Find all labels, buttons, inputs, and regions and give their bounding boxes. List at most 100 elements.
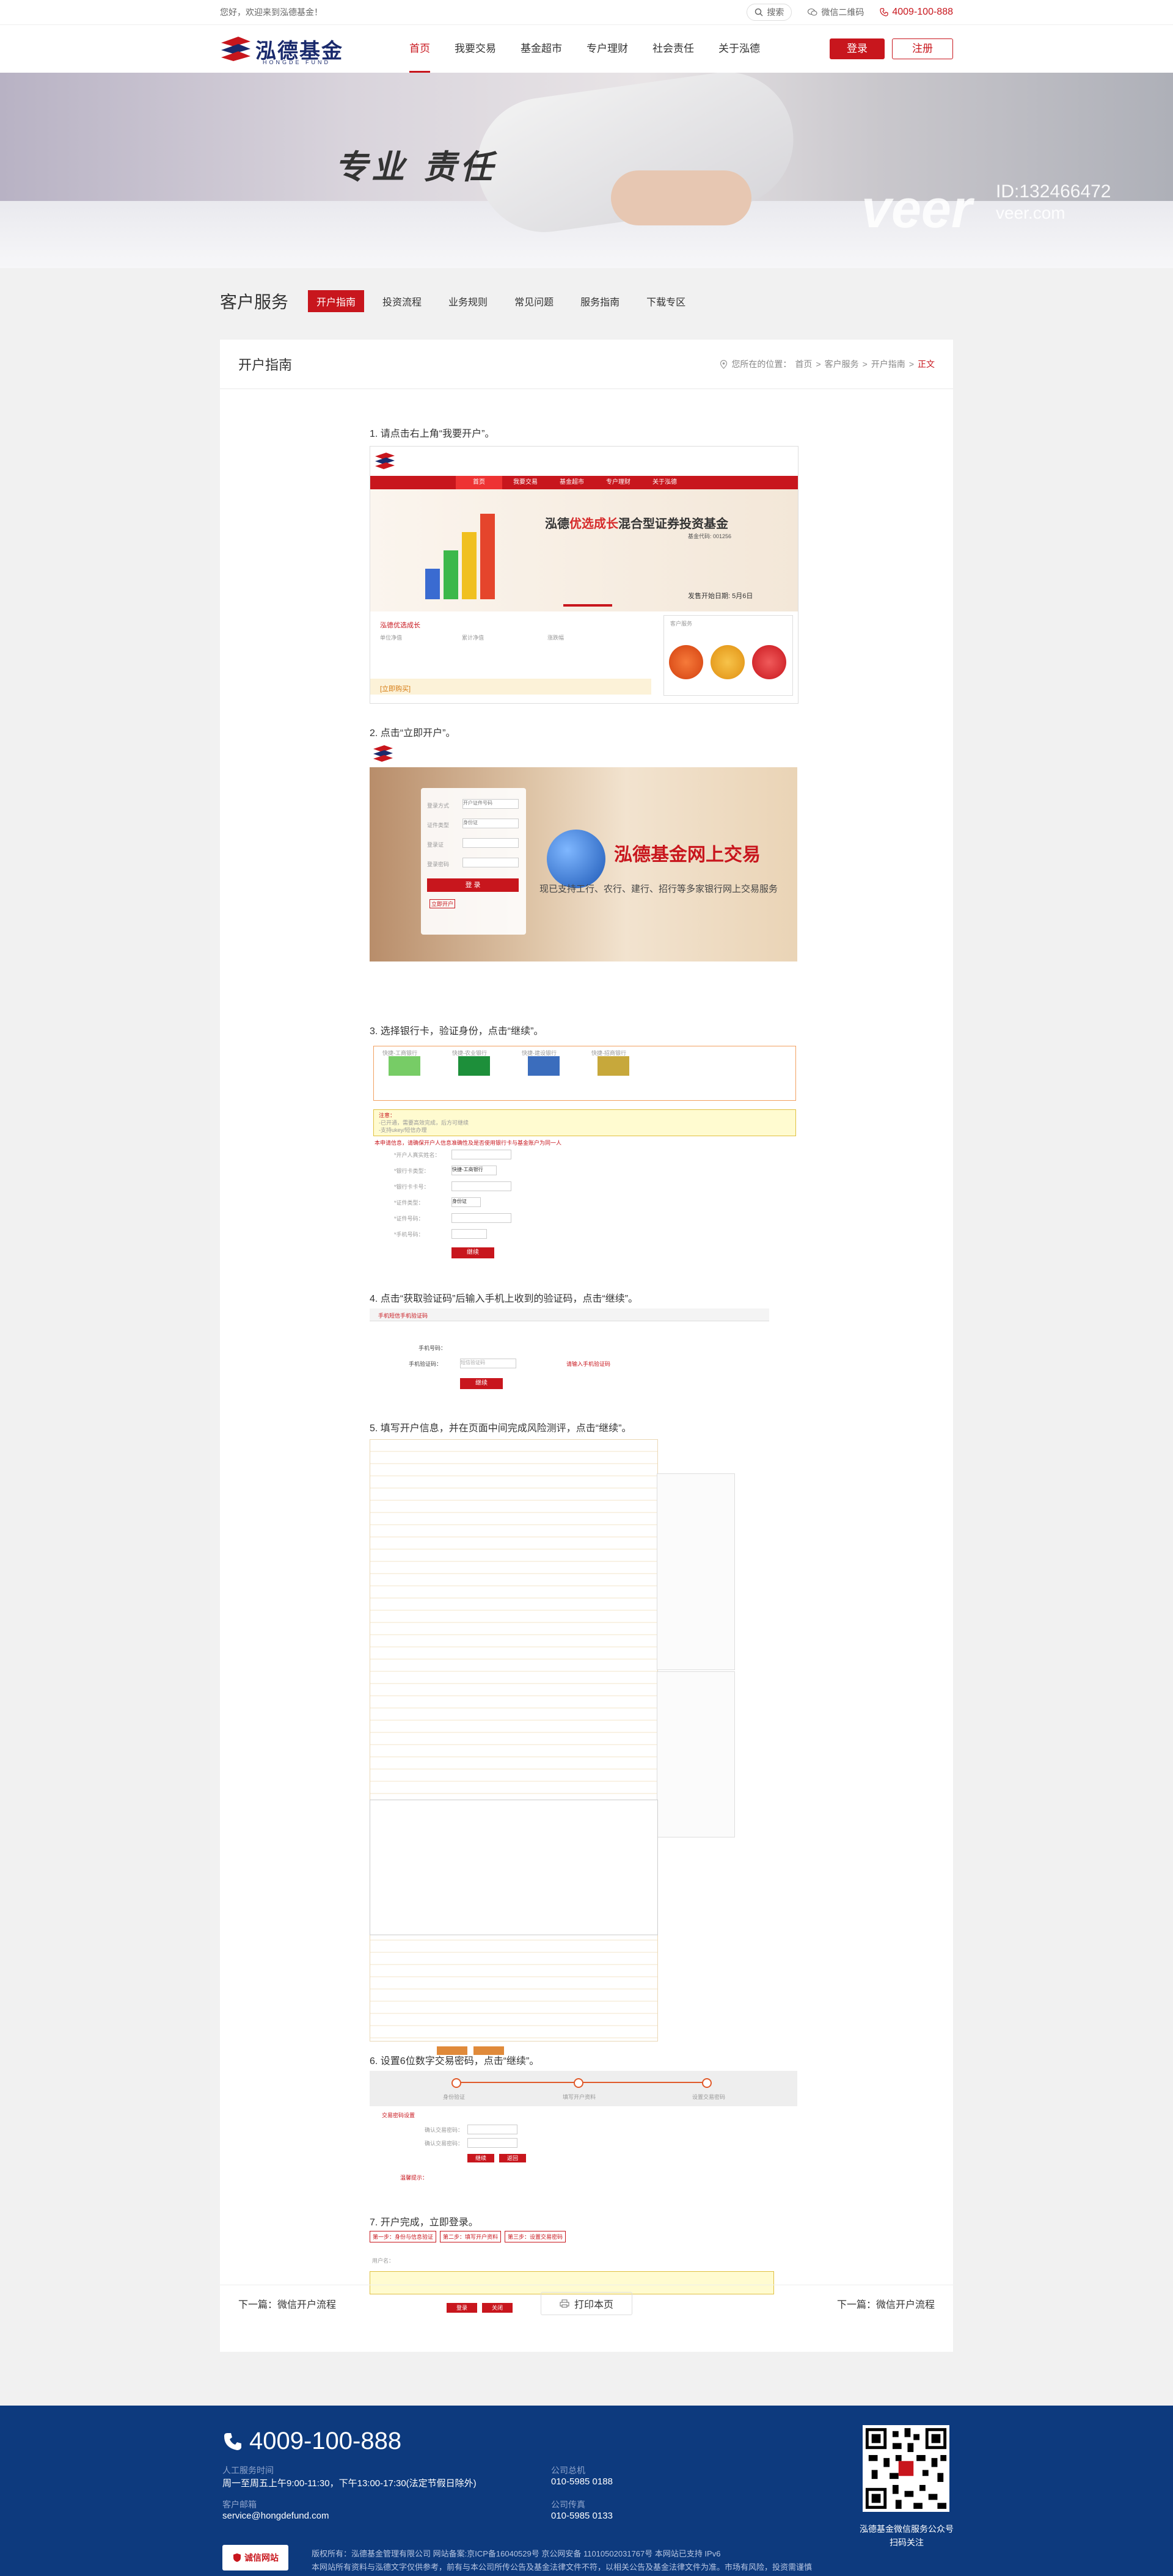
mini-circle [752, 645, 786, 679]
step-2-title: 2. 点击“立即开户”。 [370, 728, 456, 739]
step-3-title: 3. 选择银行卡，验证身份，点击“继续”。 [370, 1026, 544, 1037]
mini-long-form [370, 1439, 658, 2041]
footer-email[interactable]: service@hongdefund.com [222, 2511, 329, 2521]
nav-fund-market[interactable]: 基金超市 [521, 25, 562, 73]
mini-buy-strip [370, 679, 651, 695]
tab-downloads[interactable]: 下载专区 [638, 290, 694, 312]
wechat-qr-link[interactable]: 微信二维码 [808, 6, 864, 18]
footer-fax: 010-5985 0188 [551, 2476, 613, 2487]
search-icon [755, 8, 763, 16]
site-footer: 4009-100-888 人工服务时间 周一至周五上午9:00-11:30，下午… [0, 2406, 1173, 2576]
mini-slider-dots [563, 604, 612, 607]
wechat-qr-code [863, 2425, 949, 2512]
card-title: 开户指南 [238, 357, 293, 373]
breadcrumb-guide[interactable]: 开户指南 [871, 358, 905, 370]
footer-email-label: 客户邮箱 [222, 2500, 257, 2509]
register-button[interactable]: 注册 [892, 38, 953, 59]
hongde-logo[interactable]: 泓德基金 HONGDE FUND [220, 34, 397, 65]
hotline-top-number: 4009-100-888 [892, 7, 953, 17]
phone-icon [880, 8, 888, 16]
mini-risk-test [370, 1800, 658, 1935]
tab-faq[interactable]: 常见问题 [506, 290, 562, 312]
prev-article-link[interactable]: 下一篇：微信开户流程 [238, 2296, 541, 2311]
tab-business-rules[interactable]: 业务规则 [440, 290, 496, 312]
mini-section-title: 手机短信手机验证码 [378, 1313, 428, 1319]
step-1-screenshot: 首页 我要交易 基金超市 专户理财 关于泓德 泓德优选成长混合型证券投资基金 基… [370, 446, 798, 704]
mini-login-button: 登 录 [427, 878, 519, 892]
mini-ad-date: 发售开始日期: 5月6日 [688, 593, 753, 600]
print-button[interactable]: 打印本页 [541, 2292, 633, 2315]
footer-hours: 周一至周五上午9:00-11:30，下午13:00-17:30(法定节假日除外) [222, 2478, 477, 2489]
footer-hotline-number: 4009-100-888 [249, 2428, 402, 2454]
mini-nav-item: 基金超市 [560, 479, 584, 486]
breadcrumb: 您所在的位置： 首页 > 客户服务 > 开户指南 > 正文 [720, 358, 935, 370]
step-3-screenshot: 快捷-工商银行 快捷-农业银行 快捷-建设银行 快捷-招商银行 注意： -已开通… [370, 1046, 797, 1278]
step-5-title: 5. 填写开户信息，并在页面中间完成风险测评，点击“继续”。 [370, 1423, 632, 1434]
phone-icon [224, 2432, 241, 2450]
mini-login-box: 登录方式 开户证件号码 证件类型 身份证 登录证 登录密码 登 录 立即开户 [421, 788, 526, 935]
nav-home[interactable]: 首页 [409, 25, 430, 73]
mini-nav-item: 首页 [456, 476, 502, 489]
mini-globe [547, 830, 605, 888]
tab-service-guide[interactable]: 服务指南 [572, 290, 628, 312]
qr-caption-scan: 扫码关注 [890, 2538, 924, 2547]
breadcrumb-service[interactable]: 客户服务 [825, 358, 859, 370]
mini-bar-chart [419, 508, 517, 599]
hotline-top: 4009-100-888 [880, 7, 953, 18]
tab-invest-process[interactable]: 投资流程 [374, 290, 430, 312]
card-header: 开户指南 您所在的位置： 首页 > 客户服务 > 开户指南 > 正文 [220, 340, 953, 389]
footer-fax-label: 公司总机 [551, 2465, 585, 2475]
breadcrumb-home[interactable]: 首页 [795, 358, 812, 370]
mini-col-label: 累计净值 [462, 635, 484, 641]
mini-side-panel: 客户服务 [663, 615, 793, 696]
tab-account-guide[interactable]: 开户指南 [308, 290, 365, 312]
banner-watermark-id: ID:132466472 [996, 181, 1111, 202]
breadcrumb-current: 正文 [918, 359, 935, 369]
shield-icon [233, 2553, 241, 2562]
main-header: 泓德基金 HONGDE FUND 首页 我要交易 基金超市 专户理财 社会责任 … [0, 25, 1173, 73]
content-card: 开户指南 您所在的位置： 首页 > 客户服务 > 开户指南 > 正文 1. 请点击右上… [220, 340, 953, 2352]
print-label: 打印本页 [574, 2300, 614, 2310]
step-1-title: 1. 请点击右上角“我要开户”。 [370, 429, 495, 439]
hero-banner: 专业 责任 veer ID:132466472 veer.com [0, 73, 1173, 268]
mini-logo-icon [373, 745, 393, 762]
wechat-icon [808, 9, 817, 16]
banner-hands [611, 170, 751, 225]
search-button[interactable]: 搜索 [747, 4, 792, 21]
mini-product-title: 泓德优选成长 [380, 622, 420, 629]
mini-ad-code: 基金代码: 001256 [688, 533, 732, 539]
mini-bank-box: 快捷-工商银行 快捷-农业银行 快捷-建设银行 快捷-招商银行 [373, 1046, 796, 1101]
nav-trade[interactable]: 我要交易 [455, 25, 496, 73]
banner-watermark-url: veer.com [996, 203, 1065, 222]
mini-side-steps [657, 1473, 735, 1670]
mini-subline: 现已支持工行、农行、建行、招行等多家银行网上交易服务 [539, 884, 778, 894]
mini-open-link: 立即开户 [429, 899, 456, 908]
footer-copyright: 版权所有：泓德基金管理有限公司 网站备案:京ICP备16040529号 京公网安… [312, 2549, 813, 2572]
footer-tel-label: 公司传真 [551, 2500, 585, 2509]
mini-notice: 注意： -已开通，需要高效完成，后方可继续 -支持ukey/短信办理 [373, 1109, 796, 1136]
footer-hotline: 4009-100-888 [222, 2428, 401, 2455]
next-article-link[interactable]: 下一篇：微信开户流程 [632, 2296, 935, 2311]
footer-hours-label: 人工服务时间 [222, 2465, 274, 2475]
step-6-title: 6. 设置6位数字交易密码，点击“继续”。 [370, 2056, 539, 2067]
footer-tel: 010-5985 0133 [551, 2511, 613, 2521]
mini-circle [711, 645, 745, 679]
mini-buy-link: [立即购买] [380, 685, 411, 693]
mini-nav: 首页 我要交易 基金超市 专户理财 关于泓德 [456, 476, 688, 489]
trust-badge[interactable]: 诚信网站 [222, 2545, 288, 2571]
nav-special-account[interactable]: 专户理财 [586, 25, 628, 73]
mini-side-title: 客户服务 [670, 621, 693, 627]
top-bar: 您好，欢迎来到泓德基金！ 搜索 微信二维码 4009-100-888 [0, 0, 1173, 25]
mini-logo-icon [375, 453, 395, 469]
nav-about[interactable]: 关于泓德 [718, 25, 760, 73]
mini-ad-title: 泓德优选成长混合型证券投资基金 [545, 517, 728, 531]
login-button[interactable]: 登录 [830, 38, 885, 59]
banner-slogan: 专业 责任 [335, 147, 497, 186]
step-4-screenshot: 手机短信手机验证码 手机号码： 手机验证码： 短信验证码 请输入手机验证码 继续 [370, 1308, 797, 1412]
breadcrumb-label: 您所在的位置： [731, 359, 792, 369]
nav-social-responsibility[interactable]: 社会责任 [652, 25, 694, 73]
mini-circle [669, 645, 703, 679]
wechat-qr-label: 微信二维码 [821, 7, 864, 17]
step-4-title: 4. 点击“获取验证码”后输入手机上收到的验证码，点击“继续”。 [370, 1294, 638, 1304]
logo-mark-icon [221, 37, 250, 61]
